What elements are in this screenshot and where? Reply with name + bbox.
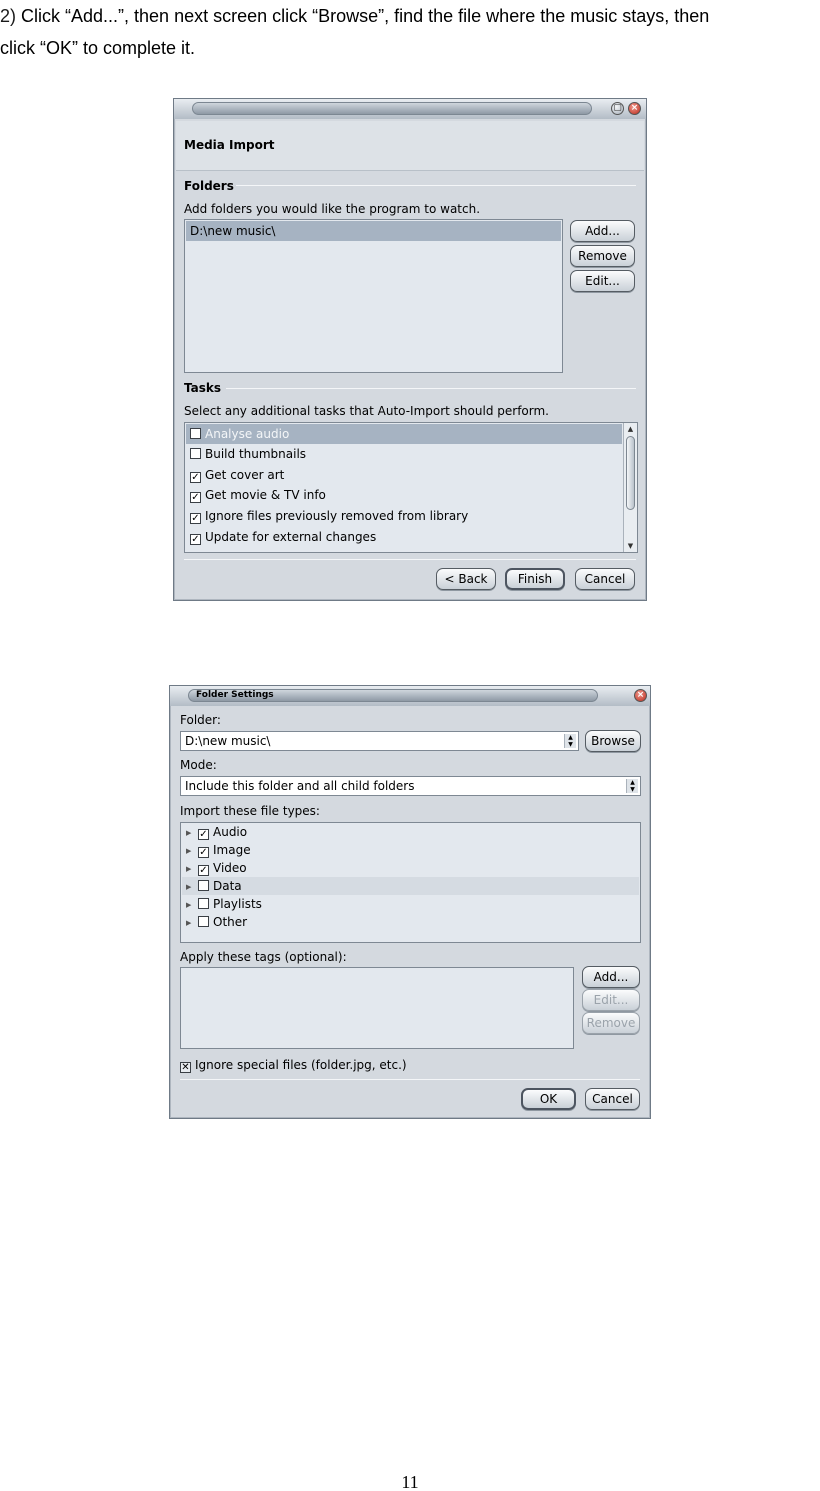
- tasks-section-title: Tasks: [184, 381, 222, 395]
- folder-settings-titlebar[interactable]: Folder Settings ×: [170, 686, 650, 706]
- ok-button[interactable]: OK: [521, 1088, 576, 1110]
- folder-settings-dialog: Folder Settings × Folder: D:\new music\ …: [169, 685, 651, 1119]
- media-import-dialog: ▢ × Media Import Folders Add folders you…: [173, 98, 647, 601]
- checked-checkbox-icon[interactable]: ✓: [198, 847, 209, 858]
- checked-checkbox-icon[interactable]: ✓: [190, 534, 201, 545]
- file-type-image[interactable]: ▶ ✓ Image: [182, 841, 639, 859]
- edit-tag-button[interactable]: Edit...: [582, 989, 640, 1011]
- expand-arrow-icon[interactable]: ▶: [186, 914, 198, 932]
- file-type-audio[interactable]: ▶ ✓ Audio: [182, 823, 639, 841]
- finish-button[interactable]: Finish: [505, 568, 565, 590]
- instruction-line-1: 2) Click “Add...”, then next screen clic…: [0, 6, 710, 26]
- folder-list-item[interactable]: D:\new music\: [186, 221, 561, 241]
- task-item-get-cover-art[interactable]: ✓ Get cover art: [186, 465, 622, 485]
- scroll-up-icon[interactable]: ▲: [624, 423, 637, 435]
- expand-arrow-icon[interactable]: ▶: [186, 896, 198, 914]
- add-tag-button[interactable]: Add...: [582, 966, 640, 988]
- expand-arrow-icon[interactable]: ▶: [186, 860, 198, 878]
- restore-icon[interactable]: ▢: [611, 102, 624, 115]
- folder-label: Folder:: [180, 713, 221, 727]
- cancel-button[interactable]: Cancel: [575, 568, 635, 590]
- tasks-prompt: Select any additional tasks that Auto-Im…: [184, 404, 549, 418]
- scroll-down-icon[interactable]: ▼: [624, 540, 637, 552]
- file-type-data[interactable]: ▶ Data: [182, 877, 639, 895]
- dropdown-icon[interactable]: ▲ ▼: [626, 779, 638, 793]
- instruction-text: 2) Click “Add...”, then next screen clic…: [0, 0, 820, 64]
- media-import-titlebar[interactable]: ▢ ×: [174, 99, 646, 119]
- checked-checkbox-icon[interactable]: ✕: [180, 1062, 191, 1073]
- import-types-label: Import these file types:: [180, 804, 320, 818]
- folder-settings-title: Folder Settings: [196, 690, 274, 700]
- spinner-icon[interactable]: ▲ ▼: [564, 734, 576, 748]
- checkbox-icon[interactable]: [190, 448, 201, 459]
- file-type-playlists[interactable]: ▶ Playlists: [182, 895, 639, 913]
- step-number: 2): [0, 6, 17, 26]
- task-item-update-external[interactable]: ✓ Update for external changes: [186, 527, 622, 547]
- folders-section-title: Folders: [184, 179, 234, 193]
- browse-button[interactable]: Browse: [585, 730, 641, 752]
- close-icon[interactable]: ×: [634, 689, 647, 702]
- task-item-analyse-audio[interactable]: Analyse audio: [186, 424, 622, 444]
- remove-folder-button[interactable]: Remove: [570, 245, 635, 267]
- media-import-heading: Media Import: [184, 138, 275, 152]
- checkbox-icon[interactable]: [190, 428, 201, 439]
- remove-tag-button[interactable]: Remove: [582, 1012, 640, 1034]
- checked-checkbox-icon[interactable]: ✓: [190, 492, 201, 503]
- checked-checkbox-icon[interactable]: ✓: [190, 472, 201, 483]
- checked-checkbox-icon[interactable]: ✓: [198, 829, 209, 840]
- cancel-button[interactable]: Cancel: [585, 1088, 640, 1110]
- file-type-other[interactable]: ▶ Other: [182, 913, 639, 931]
- checked-checkbox-icon[interactable]: ✓: [190, 513, 201, 524]
- page-number: 11: [401, 1472, 419, 1491]
- file-type-video[interactable]: ▶ ✓ Video: [182, 859, 639, 877]
- checkbox-icon[interactable]: [198, 898, 209, 909]
- close-icon[interactable]: ×: [628, 102, 641, 115]
- task-item-ignore-removed[interactable]: ✓ Ignore files previously removed from li…: [186, 506, 622, 526]
- task-list-scrollbar[interactable]: ▲ ▼: [623, 423, 637, 552]
- ignore-special-files-option[interactable]: ✕ Ignore special files (folder.jpg, etc.): [180, 1058, 407, 1073]
- instruction-line-2: click “OK” to complete it.: [0, 38, 196, 58]
- expand-arrow-icon[interactable]: ▶: [186, 824, 198, 842]
- expand-arrow-icon[interactable]: ▶: [186, 878, 198, 896]
- checked-checkbox-icon[interactable]: ✓: [198, 865, 209, 876]
- task-item-build-thumbnails[interactable]: Build thumbnails: [186, 444, 622, 464]
- mode-label: Mode:: [180, 758, 217, 772]
- add-folder-button[interactable]: Add...: [570, 220, 635, 242]
- folders-prompt: Add folders you would like the program t…: [184, 202, 481, 216]
- back-button[interactable]: < Back: [436, 568, 496, 590]
- scroll-thumb[interactable]: [626, 436, 635, 510]
- mode-select[interactable]: Include this folder and all child folder…: [180, 776, 641, 796]
- edit-folder-button[interactable]: Edit...: [570, 270, 635, 292]
- task-list[interactable]: Analyse audio Build thumbnails ✓ Get cove…: [184, 422, 638, 553]
- file-type-tree[interactable]: ▶ ✓ Audio ▶ ✓ Image ▶ ✓ Video ▶ Data ▶ Playlists…: [180, 822, 641, 943]
- folder-input[interactable]: D:\new music\ ▲ ▼: [180, 731, 579, 751]
- task-item-get-movie-tv-info[interactable]: ✓ Get movie & TV info: [186, 485, 622, 505]
- expand-arrow-icon[interactable]: ▶: [186, 842, 198, 860]
- tags-label: Apply these tags (optional):: [180, 950, 347, 964]
- folder-list[interactable]: D:\new music\: [184, 219, 563, 373]
- checkbox-icon[interactable]: [198, 916, 209, 927]
- tags-list[interactable]: [180, 967, 574, 1049]
- checkbox-icon[interactable]: [198, 880, 209, 891]
